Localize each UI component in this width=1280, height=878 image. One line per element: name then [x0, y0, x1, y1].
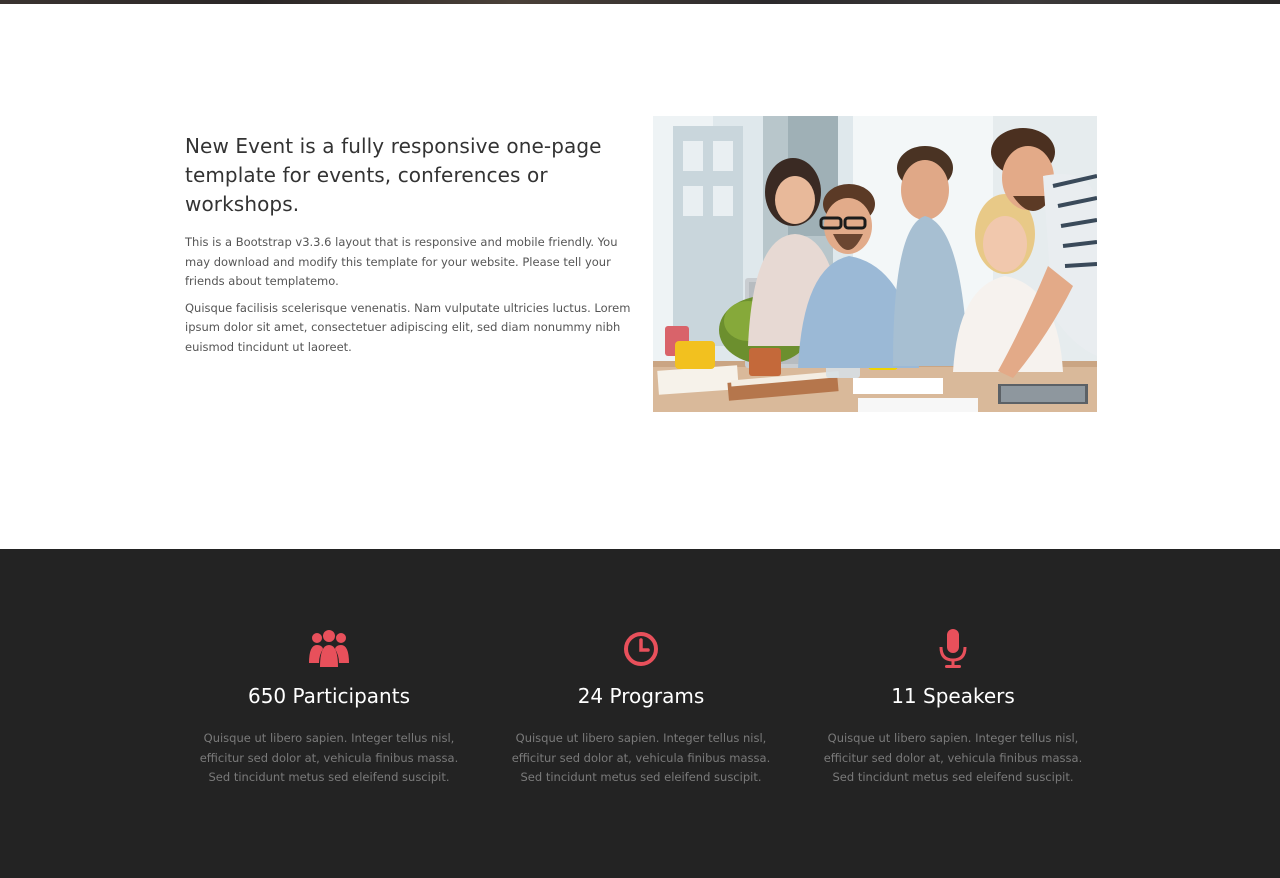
clock-icon — [619, 627, 663, 671]
stat-speakers-title: 11 Speakers — [891, 684, 1015, 708]
intro-section: New Event is a fully responsive one-page… — [0, 4, 1280, 549]
team-meeting-photo — [653, 116, 1097, 412]
stats-section: 650 Participants Quisque ut libero sapie… — [0, 549, 1280, 878]
stat-programs-description: Quisque ut libero sapien. Integer tellus… — [511, 731, 771, 784]
stat-programs-title: 24 Programs — [577, 684, 705, 708]
intro-paragraph-1: This is a Bootstrap v3.3.6 layout that i… — [185, 235, 618, 288]
microphone-icon — [931, 627, 975, 671]
stat-participants-title: 650 Participants — [247, 684, 410, 708]
intro-text-block: New Event is a fully responsive one-page… — [185, 132, 635, 357]
intro-title: New Event is a fully responsive one-page… — [185, 134, 602, 216]
stat-participants-description: Quisque ut libero sapien. Integer tellus… — [199, 731, 459, 784]
intro-paragraph-2: Quisque facilisis scelerisque venenatis.… — [185, 300, 631, 354]
stat-speakers-description: Quisque ut libero sapien. Integer tellus… — [823, 731, 1083, 784]
users-icon — [307, 627, 351, 671]
